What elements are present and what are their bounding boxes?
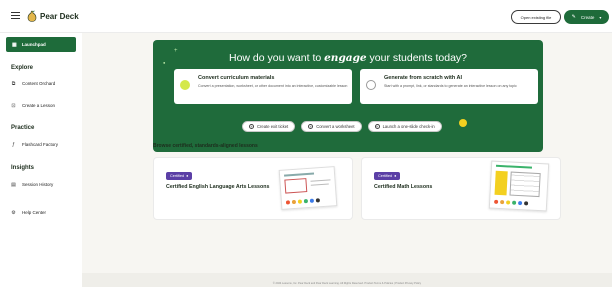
card-title: Certified English Language Arts Lessons xyxy=(166,184,270,190)
convert-curriculum-card[interactable]: Convert curriculum materials Convert a p… xyxy=(174,69,352,104)
magic-wand-icon: ✎ xyxy=(571,14,576,20)
footer: © 2024 Lessons, Inc. Pear Deck and Pear … xyxy=(82,273,612,287)
sidebar-item-flashcard-factory[interactable]: ƒ Flashcard Factory xyxy=(11,141,59,148)
practice-heading: Practice xyxy=(11,125,35,131)
convert-icon xyxy=(180,80,190,90)
convert-worksheet-chip[interactable]: + Convert a worksheet xyxy=(301,121,362,132)
footer-text: © 2024 Lessons, Inc. Pear Deck and Pear … xyxy=(272,282,422,285)
content-orchard-icon: ⧉ xyxy=(11,80,16,87)
help-icon: ⚙ xyxy=(11,209,16,216)
create-button[interactable]: ✎ Create ▾ xyxy=(564,10,609,24)
hero-title-emphasis: engage xyxy=(324,52,367,64)
one-slide-check-in-chip[interactable]: + Launch a one-slide check-in xyxy=(367,121,442,132)
explore-heading: Explore xyxy=(11,65,34,71)
lesson-thumbnail xyxy=(278,166,338,210)
badge-label: Certified xyxy=(170,174,185,178)
top-bar: Pear Deck Open existing file ✎ Create ▾ xyxy=(0,0,612,33)
card-description: Start with a prompt, link, or standards … xyxy=(384,84,517,88)
sidebar-item-label: Content Orchard xyxy=(22,81,56,86)
card-description: Convert a presentation, worksheet, or ot… xyxy=(198,84,348,88)
hero-banner: + ● How do you want to engage your stude… xyxy=(153,40,543,152)
math-lessons-card[interactable]: Certified ● Certified Math Lessons xyxy=(361,157,561,220)
pear-deck-logo[interactable]: Pear Deck xyxy=(27,10,79,22)
sidebar-item-create-lesson[interactable]: ⊡ Create a Lesson xyxy=(11,102,56,109)
hamburger-icon[interactable] xyxy=(11,12,20,19)
create-exit-ticket-chip[interactable]: + Create exit ticket xyxy=(242,121,296,132)
session-history-icon: ▤ xyxy=(11,181,16,188)
pear-icon xyxy=(27,10,37,22)
create-label: Create xyxy=(580,14,595,20)
main-content: + ● How do you want to engage your stude… xyxy=(82,33,612,287)
certified-badge: Certified ● xyxy=(166,172,193,180)
chip-label: Create exit ticket xyxy=(257,124,289,129)
hero-title: How do you want to engage your students … xyxy=(153,52,543,64)
check-icon: ● xyxy=(394,174,397,178)
ela-lessons-card[interactable]: Certified ● Certified English Language A… xyxy=(153,157,353,220)
sidebar-item-help-center[interactable]: ⚙ Help Center xyxy=(11,209,47,216)
sidebar-item-label: Help Center xyxy=(22,210,47,215)
browse-heading: Browse certified, standards-aligned less… xyxy=(153,143,258,149)
sidebar-item-label: Session History xyxy=(22,182,54,187)
card-title: Certified Math Lessons xyxy=(374,184,433,190)
plus-circle-icon: + xyxy=(374,124,380,129)
sidebar-item-label: Flashcard Factory xyxy=(22,142,59,147)
sidebar-item-content-orchard[interactable]: ⧉ Content Orchard xyxy=(11,80,56,87)
app-name: Pear Deck xyxy=(40,11,79,21)
plus-circle-icon: + xyxy=(308,124,314,129)
chevron-down-icon: ▾ xyxy=(599,14,602,20)
insights-heading: Insights xyxy=(11,165,35,171)
new-badge-icon xyxy=(459,119,467,127)
sidebar: ▦ Launchpad Explore ⧉ Content Orchard ⊡ … xyxy=(0,33,82,287)
launchpad-icon: ▦ xyxy=(12,41,17,48)
ai-sparkle-icon xyxy=(366,80,376,90)
generate-with-ai-card[interactable]: Generate from scratch with AI Start with… xyxy=(360,69,538,104)
plus-circle-icon: + xyxy=(249,124,254,129)
hero-title-pre: How do you want to xyxy=(228,52,325,64)
quick-actions: + Create exit ticket + Convert a workshe… xyxy=(242,121,442,132)
sidebar-item-label: Create a Lesson xyxy=(22,103,56,108)
card-title: Generate from scratch with AI xyxy=(384,75,463,81)
sidebar-item-session-history[interactable]: ▤ Session History xyxy=(11,181,54,188)
sidebar-item-launchpad[interactable]: ▦ Launchpad xyxy=(6,37,76,52)
lesson-thumbnail xyxy=(488,160,550,212)
open-existing-file-button[interactable]: Open existing file xyxy=(511,10,561,24)
badge-label: Certified xyxy=(378,174,393,178)
card-title: Convert curriculum materials xyxy=(198,75,275,81)
certified-badge: Certified ● xyxy=(374,172,401,180)
sidebar-item-label: Launchpad xyxy=(21,42,46,47)
chip-label: Convert a worksheet xyxy=(316,124,355,129)
check-icon: ● xyxy=(186,174,189,178)
flashcard-icon: ƒ xyxy=(12,141,15,148)
chip-label: Launch a one-slide check-in xyxy=(382,124,435,129)
hero-title-post: your students today? xyxy=(366,52,468,64)
create-lesson-icon: ⊡ xyxy=(11,102,16,109)
